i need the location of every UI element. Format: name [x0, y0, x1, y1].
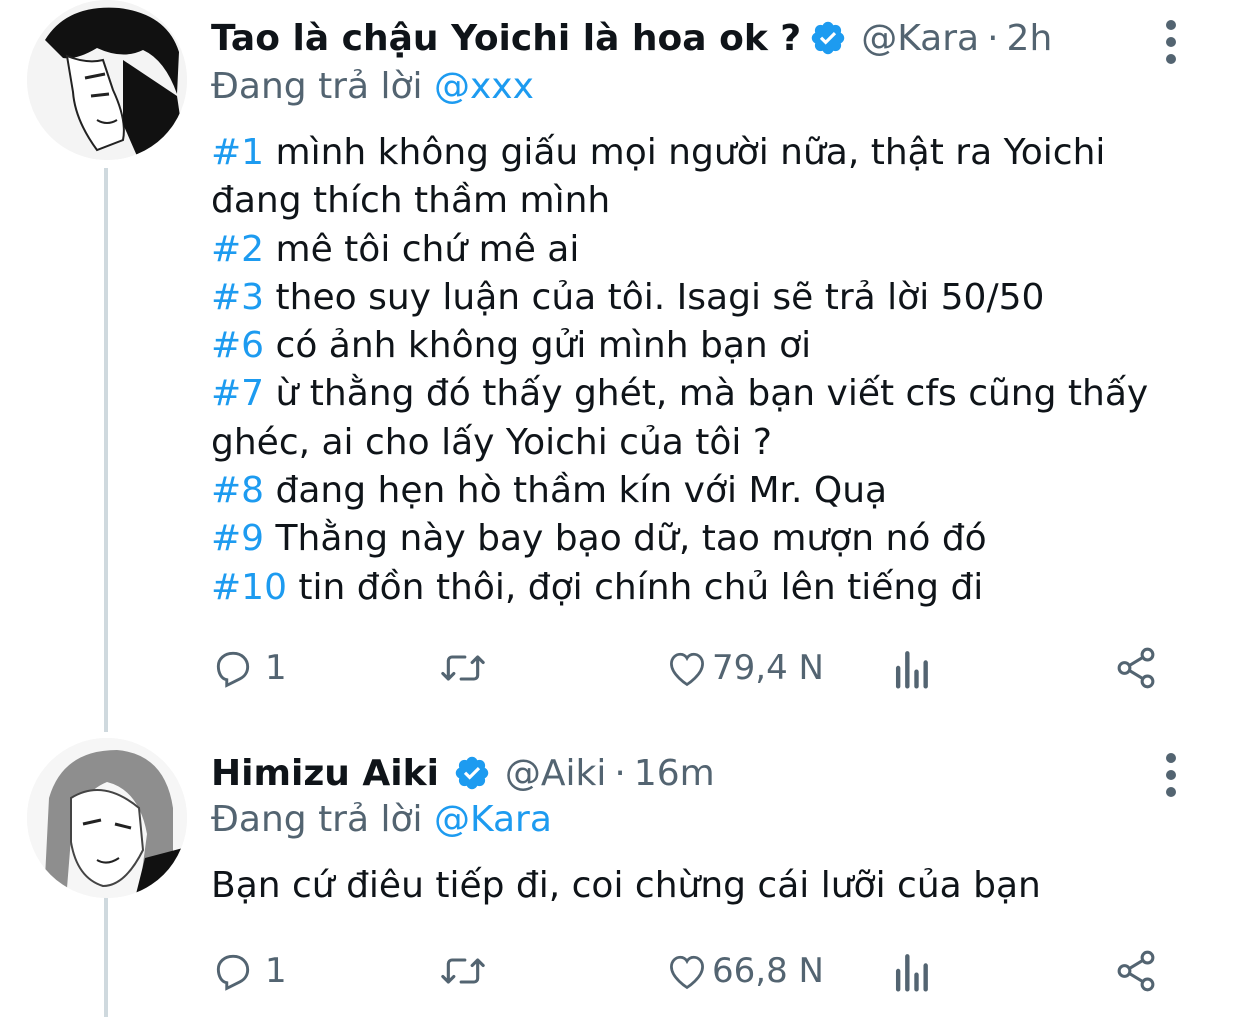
heart-icon — [670, 652, 704, 687]
tweet-line: #7 ừ thằng đó thấy ghét, mà bạn viết cfs… — [211, 370, 1201, 418]
tweet-line: #3 theo suy luận của tôi. Isagi sẽ trả l… — [211, 274, 1201, 322]
tweet-actions: 1 66,8 N — [211, 945, 1171, 997]
hashtag[interactable]: #10 — [211, 567, 287, 608]
tweet-line-text: Bạn cứ điêu tiếp đi, coi chừng cái lưỡi … — [211, 865, 1041, 906]
hashtag[interactable]: #1 — [211, 132, 264, 173]
verified-badge-icon — [811, 21, 845, 55]
replying-to: Đang trả lời @xxx — [211, 66, 534, 107]
tweet-header: Himizu Aiki @Aiki · 16m — [211, 748, 715, 798]
tweet-line: #8 đang hẹn hò thầm kín với Mr. Quạ — [211, 467, 1201, 515]
retweet-icon — [441, 958, 485, 984]
hashtag[interactable]: #9 — [211, 518, 264, 559]
tweet-line-text: có ảnh không gửi mình bạn ơi — [264, 325, 812, 367]
analytics-button[interactable] — [891, 642, 931, 694]
heart-icon — [670, 955, 704, 990]
tweet-line: ghéc, ai cho lấy Yoichi của tôi ? — [211, 419, 1201, 467]
like-count: 66,8 N — [712, 951, 824, 991]
like-button[interactable]: 66,8 N — [664, 945, 824, 997]
analytics-icon — [895, 651, 928, 689]
thread-line — [104, 168, 108, 732]
tweet-text: #1 mình không giấu mọi người nữa, thật r… — [211, 129, 1201, 612]
display-name[interactable]: Himizu Aiki — [211, 753, 439, 794]
timestamp[interactable]: 2h — [1007, 18, 1053, 59]
tweet-actions: 1 79,4 N — [211, 642, 1171, 694]
retweet-button[interactable] — [438, 945, 488, 997]
analytics-icon — [895, 954, 928, 992]
share-icon — [1117, 950, 1155, 992]
reply-count: 1 — [265, 648, 287, 688]
tweet-text: Bạn cứ điêu tiếp đi, coi chừng cái lưỡi … — [211, 862, 1201, 910]
analytics-button[interactable] — [891, 945, 931, 997]
tweet-line: đang thích thầm mình — [211, 177, 1201, 225]
reply-count: 1 — [265, 951, 287, 991]
user-handle[interactable]: @Aiki — [505, 753, 606, 794]
replying-to: Đang trả lời @Kara — [211, 799, 552, 840]
replying-to-mention[interactable]: @Kara — [434, 799, 552, 840]
verified-badge-icon — [455, 756, 489, 790]
replying-prefix: Đang trả lời — [211, 66, 423, 107]
tweet-line-text: mê tôi chứ mê ai — [264, 228, 580, 270]
tweet-line-text: ghéc, ai cho lấy Yoichi của tôi ? — [211, 421, 772, 463]
tweet-line-text: tin đồn thôi, đợi chính chủ lên tiếng đi — [286, 566, 984, 608]
reply-button[interactable]: 1 — [211, 642, 287, 694]
user-handle[interactable]: @Kara — [861, 18, 979, 59]
more-vertical-icon[interactable] — [1161, 20, 1181, 64]
thread-line-lower — [104, 895, 108, 1017]
tweet-line: #2 mê tôi chứ mê ai — [211, 226, 1201, 274]
tweet-line-text: Thằng này bay bạo dữ, tao mượn nó đó — [264, 518, 987, 560]
tweet-header: Tao là chậu Yoichi là hoa ok ? @Kara · 2… — [211, 13, 1052, 63]
hashtag[interactable]: #3 — [211, 277, 264, 318]
tweet-line: #9 Thằng này bay bạo dữ, tao mượn nó đó — [211, 515, 1201, 563]
tweet-line-text: đang hẹn hò thầm kín với Mr. Quạ — [264, 470, 888, 512]
reply-icon — [216, 954, 250, 991]
more-vertical-icon[interactable] — [1161, 753, 1181, 797]
like-count: 79,4 N — [712, 648, 824, 688]
tweet-line: #6 có ảnh không gửi mình bạn ơi — [211, 322, 1201, 370]
reply-icon — [216, 651, 250, 688]
tweet-line: Bạn cứ điêu tiếp đi, coi chừng cái lưỡi … — [211, 862, 1201, 910]
avatar[interactable] — [27, 0, 187, 160]
separator-dot: · — [987, 17, 999, 59]
retweet-icon — [441, 655, 485, 681]
hashtag[interactable]: #6 — [211, 325, 264, 366]
tweet-line-text: mình không giấu mọi người nữa, thật ra Y… — [264, 132, 1106, 173]
share-button[interactable] — [1113, 945, 1159, 997]
hashtag[interactable]: #8 — [211, 470, 264, 511]
reply-button[interactable]: 1 — [211, 945, 287, 997]
share-button[interactable] — [1113, 642, 1159, 694]
retweet-button[interactable] — [438, 642, 488, 694]
hashtag[interactable]: #7 — [211, 373, 264, 414]
avatar[interactable] — [27, 738, 187, 898]
replying-prefix: Đang trả lời — [211, 799, 423, 840]
timestamp[interactable]: 16m — [634, 753, 715, 794]
display-name[interactable]: Tao là chậu Yoichi là hoa ok ? — [211, 18, 801, 59]
tweet-line: #10 tin đồn thôi, đợi chính chủ lên tiến… — [211, 564, 1201, 612]
hashtag[interactable]: #2 — [211, 229, 264, 270]
tweet-line: #1 mình không giấu mọi người nữa, thật r… — [211, 129, 1201, 177]
tweet-line-text: theo suy luận của tôi. Isagi sẽ trả lời … — [264, 276, 1045, 318]
separator-dot: · — [614, 752, 626, 794]
like-button[interactable]: 79,4 N — [664, 642, 824, 694]
replying-to-mention[interactable]: @xxx — [434, 66, 534, 107]
tweet-line-text: đang thích thầm mình — [211, 180, 611, 222]
share-icon — [1117, 647, 1155, 689]
tweet-line-text: ừ thằng đó thấy ghét, mà bạn viết cfs cũ… — [264, 373, 1149, 415]
